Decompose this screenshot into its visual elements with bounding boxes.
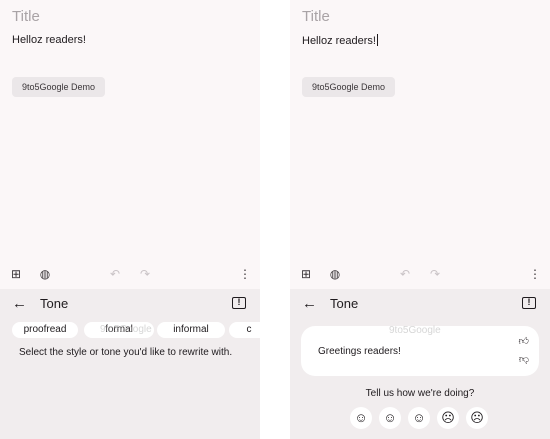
very-happy-face-icon[interactable]: ☺ bbox=[350, 407, 372, 429]
feedback-prompt: Tell us how we're doing? bbox=[365, 388, 475, 399]
add-box-icon[interactable]: ⊞ bbox=[299, 267, 313, 281]
label-chip[interactable]: 9to5Google Demo bbox=[12, 77, 106, 97]
add-box-icon[interactable]: ⊞ bbox=[9, 267, 23, 281]
right-screen: Title Helloz readers! 9to5Google Demo ⊞ … bbox=[290, 0, 550, 439]
tone-chip-informal[interactable]: informal bbox=[157, 322, 225, 338]
label-chip[interactable]: 9to5Google Demo bbox=[302, 77, 396, 97]
undo-icon[interactable]: ↶ bbox=[108, 267, 122, 281]
tone-chip-row: proofread formal informal c 9to5Google bbox=[12, 322, 260, 338]
neutral-face-icon[interactable]: ☺ bbox=[408, 407, 430, 429]
sad-face-icon[interactable]: ☹ bbox=[437, 407, 459, 429]
thumb-down-icon[interactable]: 👎︎ bbox=[519, 353, 529, 365]
tone-sheet: ← Tone ! proofread formal informal c 9to… bbox=[0, 289, 260, 439]
note-body[interactable]: Helloz readers! bbox=[12, 34, 86, 46]
thumb-up-icon[interactable]: 👍︎ bbox=[519, 335, 529, 347]
arrow-back-icon[interactable]: ← bbox=[302, 295, 317, 312]
tone-chip-proofread[interactable]: proofread bbox=[12, 322, 78, 338]
sheet-title: Tone bbox=[330, 296, 359, 311]
tone-instruction: Select the style or tone you'd like to r… bbox=[19, 347, 233, 358]
sheet-title: Tone bbox=[40, 296, 69, 311]
note-toolbar: ⊞ ◍ ↶ ↷ ⋮ bbox=[0, 264, 260, 286]
redo-icon[interactable]: ↷ bbox=[428, 267, 442, 281]
suggestion-card[interactable]: 9to5Google Greetings readers! 👍︎ 👎︎ bbox=[301, 325, 539, 376]
feedback-icon[interactable]: ! bbox=[232, 297, 246, 309]
text-cursor bbox=[376, 34, 378, 46]
undo-icon[interactable]: ↶ bbox=[398, 267, 412, 281]
more-vert-icon[interactable]: ⋮ bbox=[238, 267, 252, 281]
watermark: 9to5Google bbox=[389, 325, 441, 336]
note-body[interactable]: Helloz readers! bbox=[302, 34, 378, 47]
watermark: 9to5Google bbox=[100, 324, 152, 335]
note-body-text: Helloz readers! bbox=[302, 35, 376, 47]
arrow-back-icon[interactable]: ← bbox=[12, 295, 27, 312]
tone-chip-partial[interactable]: c bbox=[229, 322, 260, 338]
note-title-placeholder[interactable]: Title bbox=[302, 8, 330, 25]
very-sad-face-icon[interactable]: ☹ bbox=[466, 407, 488, 429]
note-title-placeholder[interactable]: Title bbox=[12, 8, 40, 25]
feedback-icon[interactable]: ! bbox=[522, 297, 536, 309]
suggestion-text: Greetings readers! bbox=[318, 346, 401, 357]
note-toolbar: ⊞ ◍ ↶ ↷ ⋮ bbox=[290, 264, 550, 286]
palette-icon[interactable]: ◍ bbox=[38, 267, 52, 281]
redo-icon[interactable]: ↷ bbox=[138, 267, 152, 281]
happy-face-icon[interactable]: ☺ bbox=[379, 407, 401, 429]
palette-icon[interactable]: ◍ bbox=[328, 267, 342, 281]
left-screen: Title Helloz readers! 9to5Google Demo ⊞ … bbox=[0, 0, 260, 439]
tone-sheet: ← Tone ! 9to5Google Greetings readers! 👍… bbox=[290, 289, 550, 439]
more-vert-icon[interactable]: ⋮ bbox=[528, 267, 542, 281]
